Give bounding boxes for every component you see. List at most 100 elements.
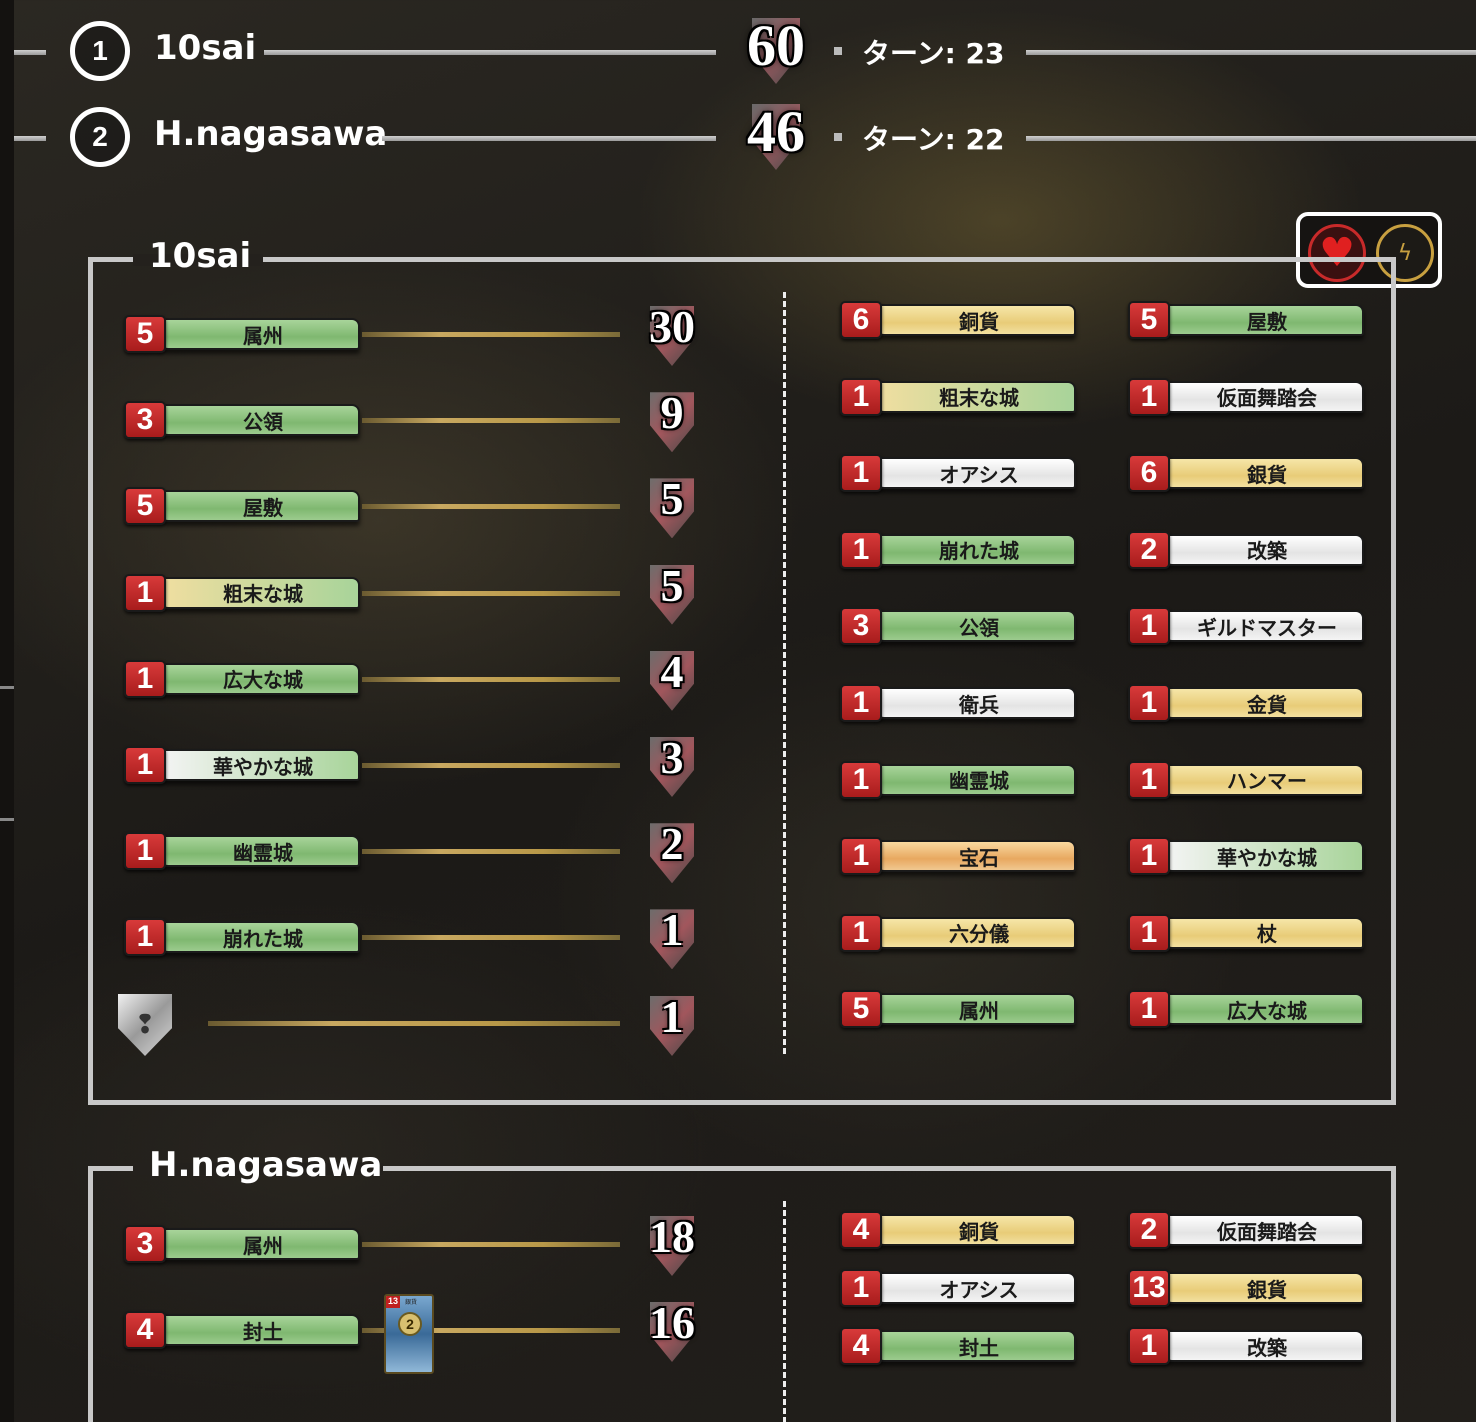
score-line (362, 1242, 620, 1247)
card-chip[interactable]: 1 幽霊城 (840, 760, 1076, 800)
card-chip[interactable]: 1 崩れた城 (840, 530, 1076, 570)
card-count: 5 (124, 487, 166, 526)
card-name: 金貨 (1164, 687, 1364, 719)
card-chip[interactable]: 1 広大な城 (124, 659, 360, 699)
card-chip[interactable]: 1 六分儀 (840, 913, 1076, 953)
row-line (14, 50, 46, 55)
card-chip[interactable]: 1 仮面舞踏会 (1128, 377, 1364, 417)
card-chip[interactable]: 1 オアシス (840, 453, 1076, 493)
card-chip[interactable]: 5 属州 (840, 989, 1076, 1029)
card-name: 崩れた城 (876, 533, 1076, 566)
card-name: 銀貨 (404, 1299, 417, 1306)
card-count: 2 (1128, 530, 1170, 569)
card-name: 封土 (876, 1330, 1076, 1362)
score-line (208, 1021, 620, 1026)
player-score: 60 (747, 13, 805, 78)
panel-title: 10sai (149, 236, 252, 276)
vp-value: 1 (660, 904, 684, 956)
card-name: 六分儀 (876, 916, 1076, 949)
player-name[interactable]: 10sai (154, 28, 256, 68)
scoreboard-row-2: 2 H.nagasawa 46 ターン: 22 (14, 99, 1476, 172)
card-name: 銀貨 (1164, 1272, 1364, 1304)
card-chip[interactable]: 1 宝石 (840, 836, 1076, 876)
card-chip[interactable]: 1 オアシス (840, 1268, 1076, 1308)
card-count: 6 (1128, 454, 1170, 493)
card-chip[interactable]: 3 属州 (124, 1224, 360, 1264)
card-chip[interactable]: 6 銅貨 (840, 300, 1076, 340)
vp-value: 16 (649, 1297, 695, 1348)
card-cost: 13 (386, 1296, 400, 1308)
card-count: 4 (840, 1211, 882, 1249)
score-line (362, 849, 620, 855)
card-chip[interactable]: 1 粗末な城 (840, 377, 1076, 417)
card-chip[interactable]: 4 封土 (124, 1310, 360, 1350)
card-count: 1 (1128, 684, 1170, 722)
card-chip[interactable]: 3 公領 (124, 400, 360, 440)
rail-tick (0, 818, 14, 821)
card-count: 3 (124, 401, 166, 440)
card-count: 5 (1128, 301, 1170, 339)
card-chip[interactable]: 1 ハンマー (1128, 760, 1364, 800)
card-count: 1 (1128, 760, 1170, 799)
card-chip[interactable]: 1 金貨 (1128, 683, 1364, 723)
card-chip[interactable]: 1 改築 (1128, 1326, 1364, 1366)
score-line (362, 590, 620, 596)
card-chip[interactable]: 1 粗末な城 (124, 573, 360, 613)
card-name: 改築 (1164, 1330, 1364, 1362)
card-chip[interactable]: 1 広大な城 (1128, 989, 1364, 1029)
score-line (362, 935, 620, 941)
card-count: 1 (840, 377, 882, 416)
card-chip[interactable]: 5 屋敷 (1128, 300, 1364, 340)
card-name: 華やかな城 (160, 749, 360, 781)
card-count: 1 (840, 760, 882, 799)
card-chip[interactable]: 1 ギルドマスター (1128, 606, 1364, 646)
vp-value: 1 (660, 991, 684, 1042)
card-chip[interactable]: 1 華やかな城 (124, 745, 360, 785)
card-count: 3 (124, 1225, 166, 1263)
card-name: 属州 (160, 1228, 360, 1260)
card-name: 属州 (160, 318, 360, 350)
card-name: 華やかな城 (1164, 840, 1364, 873)
row-line (1026, 136, 1476, 141)
card-chip[interactable]: 4 封土 (840, 1326, 1076, 1366)
card-chip[interactable]: 1 衛兵 (840, 683, 1076, 723)
card-name: 仮面舞踏会 (1164, 380, 1364, 413)
player-name[interactable]: H.nagasawa (154, 114, 387, 154)
card-name: 屋敷 (160, 490, 360, 523)
turn-count: ターン: 23 (862, 37, 1005, 70)
card-name: ハンマー (1164, 763, 1364, 796)
card-chip[interactable]: 3 公領 (840, 606, 1076, 646)
card-chip[interactable]: 1 華やかな城 (1128, 836, 1364, 876)
card-chip[interactable]: 5 属州 (124, 314, 360, 354)
score-line (362, 676, 620, 682)
card-name: 杖 (1164, 916, 1364, 949)
card-chip[interactable]: 2 仮面舞踏会 (1128, 1210, 1364, 1250)
card-name: 封土 (160, 1314, 360, 1346)
card-chip[interactable]: 13 銀貨 (1128, 1268, 1364, 1308)
card-thumbnail[interactable]: 13 銀貨 2 (384, 1294, 434, 1374)
card-chip[interactable]: 1 崩れた城 (124, 917, 360, 957)
card-count: 1 (124, 573, 166, 612)
card-chip[interactable]: 6 銀貨 (1128, 453, 1364, 493)
card-name: 広大な城 (160, 662, 360, 695)
card-chip[interactable]: 4 銅貨 (840, 1210, 1076, 1250)
card-chip[interactable]: 1 幽霊城 (124, 831, 360, 871)
card-chip[interactable]: 1杖 (1128, 913, 1364, 953)
card-chip[interactable]: 5 屋敷 (124, 486, 360, 526)
card-name: オアシス (876, 457, 1076, 490)
card-count: 1 (840, 684, 882, 722)
card-count: 2 (1128, 1211, 1170, 1249)
card-chip[interactable]: 2 改築 (1128, 530, 1364, 570)
column-divider (783, 292, 786, 1054)
card-name: 公領 (160, 404, 360, 437)
card-name: 粗末な城 (160, 576, 360, 609)
vp-value: 18 (649, 1211, 695, 1262)
vp-value: 30 (649, 301, 695, 352)
card-count: 1 (840, 913, 882, 952)
row-line (1026, 50, 1476, 55)
score-line (362, 763, 620, 768)
card-count: 13 (1128, 1269, 1170, 1307)
dot (834, 47, 842, 55)
vp-value: 3 (660, 732, 684, 783)
row-line (14, 136, 46, 141)
